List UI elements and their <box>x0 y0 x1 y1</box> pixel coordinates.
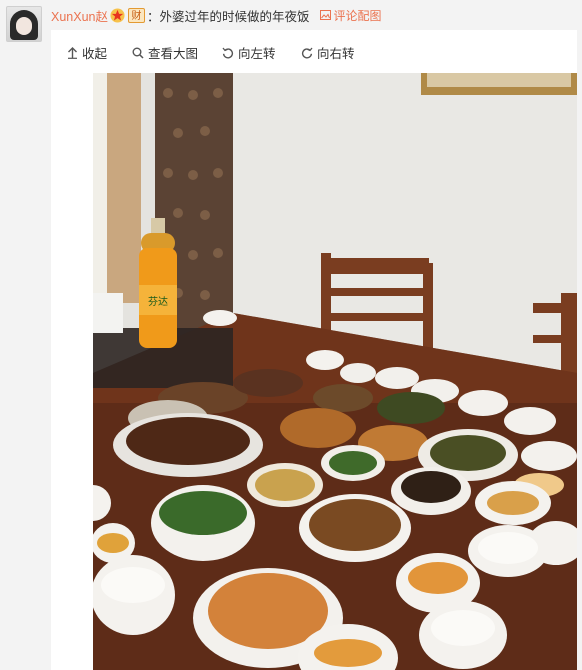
post-photo[interactable]: 芬达 <box>93 73 577 670</box>
rotate-left-label: 向左转 <box>238 46 276 61</box>
username-link[interactable]: XunXun赵 <box>51 6 108 25</box>
avatar[interactable] <box>6 6 42 42</box>
rotate-right-icon <box>301 47 313 59</box>
avatar-column <box>0 0 51 670</box>
collapse-button[interactable]: 收起 <box>67 43 107 62</box>
search-icon <box>132 47 144 59</box>
picture-icon <box>319 10 331 20</box>
image-toolbar: 收起 查看大图 向左转 向右转 <box>51 30 582 73</box>
post-header-row: XunXun赵 财 ：外婆过年的时候做的年夜饭 评论配图 <box>51 5 382 25</box>
rotate-left-icon <box>222 47 234 59</box>
collapse-arrow-icon <box>68 46 77 59</box>
view-large-button[interactable]: 查看大图 <box>132 43 198 62</box>
avatar-face <box>16 17 32 35</box>
right-margin <box>577 30 582 670</box>
comment-image-link[interactable]: 评论配图 <box>319 7 382 24</box>
post-text: ：外婆过年的时候做的年夜饭 <box>146 8 310 24</box>
comment-image-label: 评论配图 <box>333 8 382 23</box>
dinner-photo-illustration: 芬达 <box>93 73 577 670</box>
rotate-right-button[interactable]: 向右转 <box>301 43 355 62</box>
vip-badge[interactable]: 财 <box>127 7 145 23</box>
rotate-right-label: 向右转 <box>317 46 355 61</box>
post-header: XunXun赵 财 ：外婆过年的时候做的年夜饭 评论配图 <box>51 0 582 30</box>
star-icon <box>110 7 125 23</box>
view-large-label: 查看大图 <box>148 46 199 61</box>
bottle-label: 芬达 <box>148 296 168 308</box>
collapse-label: 收起 <box>82 46 108 61</box>
rotate-left-button[interactable]: 向左转 <box>222 43 276 62</box>
